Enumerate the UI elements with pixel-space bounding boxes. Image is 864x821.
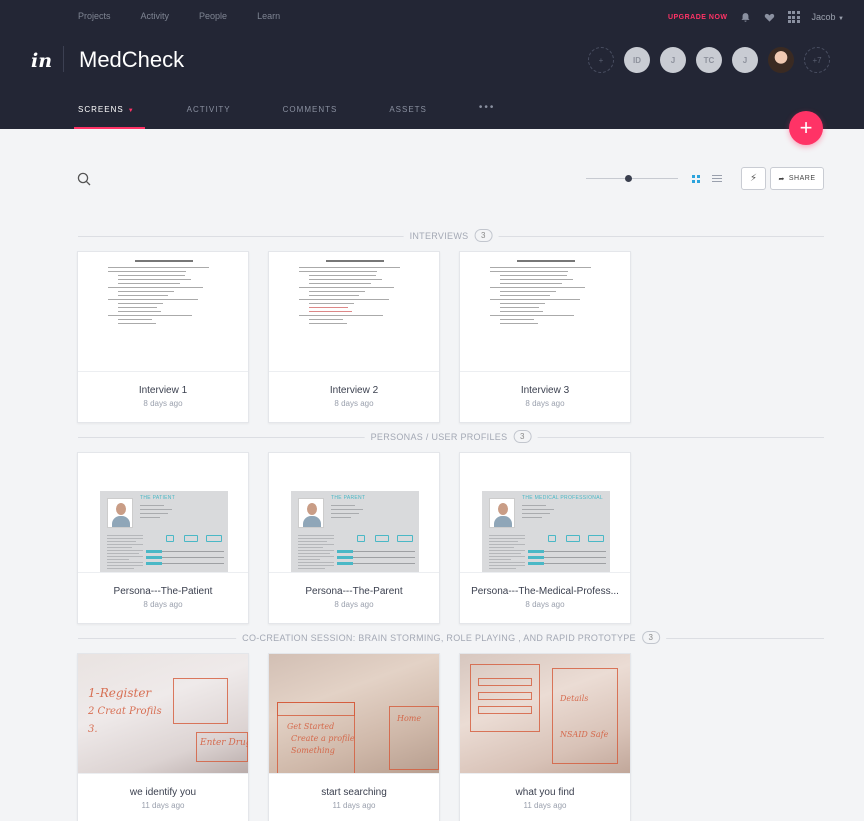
whiteboard-photo: Details NSAID Safe [460, 654, 630, 773]
top-right-actions: UPGRADE NOW Jacob ▼ [668, 11, 844, 23]
add-collaborator-button[interactable]: + [588, 47, 614, 73]
screen-thumbnail: 1-Register 2 Creat Profils 3. Enter Drug… [78, 654, 248, 774]
section-count: 3 [641, 631, 660, 644]
screen-thumbnail: Details NSAID Safe [460, 654, 630, 774]
screen-date: 8 days ago [525, 399, 565, 408]
section-title: INTERVIEWS [409, 230, 469, 241]
collaborator-avatars: + ID J TC J +7 [588, 47, 830, 73]
nav-activity[interactable]: Activity [141, 11, 170, 21]
tab-label: SCREENS [78, 105, 124, 114]
project-header: Projects Activity People Learn UPGRADE N… [0, 0, 864, 129]
header-divider [63, 46, 64, 72]
zoom-slider-track[interactable] [586, 178, 678, 179]
share-button[interactable]: ➦ SHARE [770, 167, 824, 190]
screen-thumbnail: Get Started Create a profile Something H… [269, 654, 439, 774]
screen-name[interactable]: Interview 2 [269, 385, 439, 396]
screen-card[interactable]: Interview 1 8 days ago [77, 251, 249, 423]
screen-date: 11 days ago [332, 801, 376, 810]
whiteboard-photo: Get Started Create a profile Something H… [269, 654, 439, 773]
avatar[interactable]: TC [696, 47, 722, 73]
section-label[interactable]: PERSONAS / USER PROFILES 3 [364, 430, 538, 443]
screen-thumbnail: THE PARENT [269, 453, 439, 573]
section-title: CO-CREATION SESSION: BRAIN STORMING, ROL… [242, 632, 636, 643]
nav-projects[interactable]: Projects [78, 11, 111, 21]
screen-date: 8 days ago [143, 399, 183, 408]
chevron-down-icon: ▼ [838, 16, 844, 22]
avatar[interactable]: ID [624, 47, 650, 73]
screen-date: 11 days ago [141, 801, 185, 810]
more-collaborators-badge[interactable]: +7 [804, 47, 830, 73]
bolt-button[interactable]: ⚡ [741, 167, 766, 190]
persona-thumb-title: THE MEDICAL PROFESSIONAL [522, 495, 603, 501]
screen-date: 11 days ago [523, 801, 567, 810]
section-header: CO-CREATION SESSION: BRAIN STORMING, ROL… [78, 631, 824, 645]
share-label: SHARE [788, 175, 816, 182]
user-name: Jacob [811, 12, 836, 22]
screen-name[interactable]: Interview 3 [460, 385, 630, 396]
chevron-down-icon: ▼ [127, 108, 135, 114]
invision-logo[interactable]: in [31, 50, 52, 72]
screen-date: 8 days ago [334, 399, 374, 408]
nav-learn[interactable]: Learn [257, 11, 280, 21]
screen-thumbnail [269, 252, 439, 372]
zoom-slider-handle[interactable] [625, 175, 632, 182]
screen-date: 8 days ago [143, 600, 183, 609]
screen-card[interactable]: THE PARENT Persona---The-Parent 8 days a… [268, 452, 440, 624]
screen-card[interactable]: Interview 2 8 days ago [268, 251, 440, 423]
grid-view-icon[interactable] [692, 175, 700, 183]
screen-card[interactable]: Get Started Create a profile Something H… [268, 653, 440, 821]
screen-card[interactable]: 1-Register 2 Creat Profils 3. Enter Drug… [77, 653, 249, 821]
user-menu[interactable]: Jacob ▼ [812, 12, 845, 22]
list-view-icon[interactable] [712, 175, 722, 184]
persona-thumb-title: THE PATIENT [140, 495, 176, 501]
avatar[interactable]: J [660, 47, 686, 73]
screen-name[interactable]: Interview 1 [78, 385, 248, 396]
nav-people[interactable]: People [199, 11, 227, 21]
tab-activity[interactable]: ACTIVITY [187, 105, 231, 129]
screen-thumbnail [78, 252, 248, 372]
top-nav: Projects Activity People Learn [78, 11, 310, 21]
heart-icon[interactable] [764, 11, 776, 23]
section-count: 3 [474, 229, 493, 242]
screen-name[interactable]: start searching [269, 787, 439, 798]
screen-name[interactable]: Persona---The-Medical-Profess... [460, 586, 630, 597]
section-title: PERSONAS / USER PROFILES [370, 431, 508, 442]
screen-thumbnail [460, 252, 630, 372]
tab-assets[interactable]: ASSETS [389, 105, 427, 129]
screen-name[interactable]: Persona---The-Patient [78, 586, 248, 597]
screen-name[interactable]: we identify you [78, 787, 248, 798]
project-tabs: SCREENS ▼ ACTIVITY COMMENTS ASSETS ••• [74, 102, 547, 129]
apps-grid-icon[interactable] [787, 11, 800, 23]
add-screen-button[interactable]: + [789, 111, 823, 145]
more-tabs-button[interactable]: ••• [479, 102, 496, 126]
screen-thumbnail: THE MEDICAL PROFESSIONAL [460, 453, 630, 573]
bell-icon[interactable] [740, 11, 752, 23]
bolt-icon: ⚡ [749, 173, 758, 184]
screen-card[interactable]: Details NSAID Safe what you find 11 days… [459, 653, 631, 821]
screen-card[interactable]: Interview 3 8 days ago [459, 251, 631, 423]
avatar-photo[interactable] [768, 47, 794, 73]
search-icon[interactable] [77, 172, 91, 186]
share-arrow-icon: ➦ [778, 175, 785, 183]
section-header: INTERVIEWS 3 [78, 229, 824, 243]
screen-thumbnail: THE PATIENT [78, 453, 248, 573]
screen-card[interactable]: THE PATIENT Persona---The-Patient 8 days… [77, 452, 249, 624]
avatar[interactable]: J [732, 47, 758, 73]
tab-comments[interactable]: COMMENTS [283, 105, 338, 129]
tab-screens[interactable]: SCREENS ▼ [74, 105, 145, 129]
whiteboard-photo: 1-Register 2 Creat Profils 3. Enter Drug… [78, 654, 248, 773]
persona-thumb-title: THE PARENT [331, 495, 366, 501]
screen-date: 8 days ago [525, 600, 565, 609]
section-label[interactable]: INTERVIEWS 3 [403, 229, 499, 242]
screen-date: 8 days ago [334, 600, 374, 609]
screen-name[interactable]: Persona---The-Parent [269, 586, 439, 597]
screen-card[interactable]: THE MEDICAL PROFESSIONAL Persona---The-M… [459, 452, 631, 624]
section-label[interactable]: CO-CREATION SESSION: BRAIN STORMING, ROL… [236, 631, 666, 644]
screen-name[interactable]: what you find [460, 787, 630, 798]
upgrade-link[interactable]: UPGRADE NOW [668, 14, 728, 21]
section-count: 3 [513, 430, 532, 443]
project-title: MedCheck [79, 47, 185, 72]
section-header: PERSONAS / USER PROFILES 3 [78, 430, 824, 444]
